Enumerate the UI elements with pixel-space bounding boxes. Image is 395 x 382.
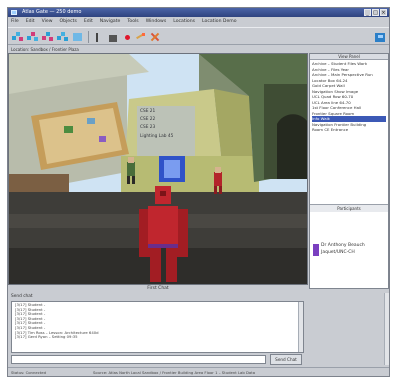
status-left: Status: Connected [11,370,47,375]
menu-locations[interactable]: Locations [173,19,195,24]
participants-title: Participants [310,205,388,212]
3d-world-viewport[interactable]: CSE 21 CSE 22 CSE 23 Lighting Lab 45 [8,53,308,285]
maximize-button[interactable]: □ [372,9,379,16]
menu-bar: File Edit View Objects Edit Navigate Too… [8,17,389,26]
chat-input[interactable] [11,355,266,364]
overlay-line-2: CSE 22 [140,116,156,122]
app-icon [11,10,17,15]
chat-scrollbar[interactable] [298,302,303,352]
participant-entry[interactable]: Dr Anthony Beauch Jaquet/UNC-CH [313,243,373,259]
record-icon[interactable] [122,32,134,43]
tools-icon[interactable] [149,32,161,43]
toolbar [8,27,389,45]
status-right: Source: Atlas North Local Sandbox / Fron… [93,370,256,375]
save-icon[interactable] [94,32,106,43]
menu-edit[interactable]: Edit [26,19,35,24]
chat-label: Send chat [11,294,33,299]
send-chat-button[interactable]: Send Chat [270,354,302,365]
viewport-caption: First Chat [147,286,169,291]
locations-list: Archive – Student Files Work Archive – F… [310,60,388,134]
chat-log[interactable]: [3/17] Student - [3/17] Student - [3/17]… [11,301,304,353]
world-globe-icon[interactable] [374,32,386,43]
world-scene: CSE 21 CSE 22 CSE 23 Lighting Lab 45 [9,54,307,284]
participant-name: Dr Anthony Beauch [321,243,365,248]
overlay-line-4: Lighting Lab 45 [140,133,174,139]
toolbar-separator [88,31,89,43]
menu-windows[interactable]: Windows [146,19,167,24]
world-cube-icon[interactable] [12,32,24,43]
menu-view[interactable]: View [42,19,53,24]
save-icon-2[interactable] [108,32,120,43]
locations-panel: View Panel Archive – Student Files Work … [309,53,389,289]
menu-edit-2[interactable]: Edit [84,19,93,24]
status-bar: Status: Connected Source: Atlas North Lo… [8,367,389,377]
menu-tools[interactable]: Tools [127,19,138,24]
world-cube-icon-4[interactable] [57,32,69,43]
menu-location-demo[interactable]: Location Demo [202,19,237,24]
world-cube-icon-2[interactable] [27,32,39,43]
overlay-line-1: CSE 21 [140,108,156,114]
title-bar: Atlas Gate — 250 demo _ □ × [8,8,389,17]
menu-objects[interactable]: Objects [60,19,77,24]
participants-panel: Participants Dr Anthony Beauch Jaquet/UN… [310,204,388,288]
location-item[interactable]: Room CE Entrance [312,127,386,133]
location-bar: Location: Sandbox / Frontier Plaza [11,47,79,52]
participants-scrollbar[interactable] [384,293,389,365]
participants-scroll-area [309,293,389,365]
close-button[interactable]: × [380,9,387,16]
window-title: Atlas Gate — 250 demo [22,9,82,15]
participant-color-swatch [313,244,319,256]
chat-line: [3/17] Gerd Ryon – Setting 09:35 [15,334,78,340]
window-controls: _ □ × [364,9,387,16]
overlay-line-3: CSE 23 [140,124,156,130]
world-cube-icon-3[interactable] [42,32,54,43]
magic-wand-icon[interactable] [135,32,147,43]
participant-affiliation: Jaquet/UNC-CH [321,249,355,255]
menu-file[interactable]: File [11,19,19,24]
map-icon[interactable] [72,32,84,43]
menu-navigate[interactable]: Navigate [100,19,121,24]
application-window: Atlas Gate — 250 demo _ □ × File Edit Vi… [7,7,390,377]
minimize-button[interactable]: _ [364,9,371,16]
